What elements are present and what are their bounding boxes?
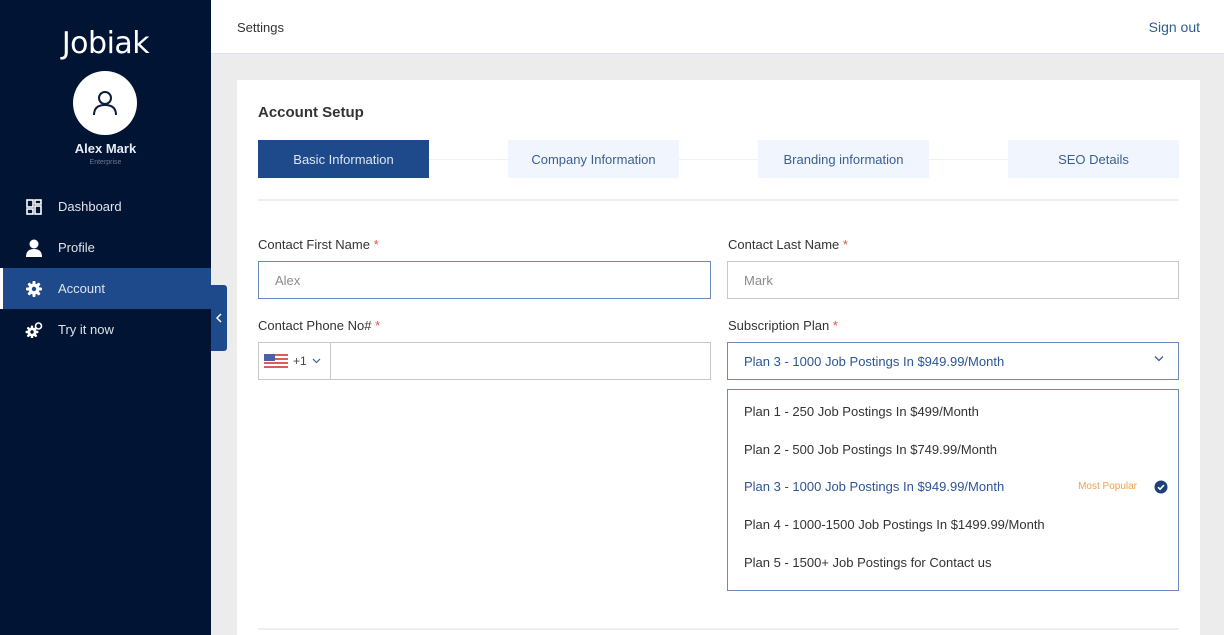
divider (258, 199, 1179, 201)
sidebar-item-profile[interactable]: Profile (0, 227, 211, 268)
chevron-down-icon (1154, 356, 1164, 362)
subscription-plan-select[interactable]: Plan 3 - 1000 Job Postings In $949.99/Mo… (727, 342, 1179, 380)
plan-option-5[interactable]: Plan 5 - 1500+ Job Postings for Contact … (728, 543, 1178, 581)
sign-out-link[interactable]: Sign out (1149, 19, 1200, 35)
divider (258, 628, 1179, 630)
first-name-input[interactable]: Alex (258, 261, 711, 299)
first-name-label: Contact First Name * (258, 237, 379, 252)
sidebar-item-label: Profile (58, 240, 95, 255)
setup-steps: Basic Information Company Information Br… (258, 140, 1179, 178)
phone-field: +1 (258, 342, 711, 380)
plan-option-label: Plan 3 - 1000 Job Postings In $949.99/Mo… (744, 479, 1005, 495)
country-code: +1 (293, 354, 307, 368)
tab-branding-information[interactable]: Branding information (758, 140, 929, 178)
chevron-left-icon (215, 313, 222, 323)
last-name-label: Contact Last Name * (728, 237, 848, 252)
sidebar-collapse-button[interactable] (211, 285, 227, 351)
sidebar-item-label: Try it now (58, 322, 114, 337)
sidebar-item-label: Account (58, 281, 105, 296)
country-code-select[interactable]: +1 (259, 343, 331, 379)
sidebar-nav: Dashboard Profile Account Try it now (0, 186, 211, 350)
sidebar-item-try-it-now[interactable]: Try it now (0, 309, 211, 350)
user-outline-icon (93, 91, 117, 116)
tab-company-information[interactable]: Company Information (508, 140, 679, 178)
sidebar-item-label: Dashboard (58, 199, 122, 214)
plan-option-4[interactable]: Plan 4 - 1000-1500 Job Postings In $1499… (728, 506, 1178, 544)
plan-dropdown: Plan 1 - 250 Job Postings In $499/Month … (727, 389, 1179, 591)
page-title: Settings (237, 20, 284, 35)
plan-label: Subscription Plan * (728, 318, 838, 333)
phone-label: Contact Phone No# * (258, 318, 381, 333)
last-name-input[interactable]: Mark (727, 261, 1179, 299)
avatar[interactable] (73, 71, 137, 135)
gears-icon (25, 321, 43, 339)
check-circle-icon (1154, 480, 1168, 494)
tab-seo-details[interactable]: SEO Details (1008, 140, 1179, 178)
plan-option-1[interactable]: Plan 1 - 250 Job Postings In $499/Month (728, 393, 1178, 431)
plan-option-3[interactable]: Plan 3 - 1000 Job Postings In $949.99/Mo… (728, 468, 1178, 506)
top-bar: Settings Sign out (211, 0, 1224, 54)
tab-basic-information[interactable]: Basic Information (258, 140, 429, 178)
dashboard-icon (25, 198, 43, 216)
plan-option-2[interactable]: Plan 2 - 500 Job Postings In $749.99/Mon… (728, 431, 1178, 469)
most-popular-badge: Most Popular (1078, 481, 1137, 493)
user-icon (25, 239, 43, 257)
gear-icon (25, 280, 43, 298)
account-setup-card: Account Setup Basic Information Company … (237, 80, 1200, 635)
sidebar-item-dashboard[interactable]: Dashboard (0, 186, 211, 227)
card-title: Account Setup (258, 104, 364, 121)
chevron-down-icon (312, 358, 321, 364)
user-role: Enterprise (89, 159, 122, 166)
selected-plan: Plan 3 - 1000 Job Postings In $949.99/Mo… (744, 353, 1005, 369)
phone-number-input[interactable] (331, 343, 710, 379)
logo: Jobiak (61, 26, 150, 61)
user-name: Alex Mark (74, 141, 137, 156)
sidebar-item-account[interactable]: Account (0, 268, 211, 309)
us-flag-icon (264, 354, 288, 368)
sidebar: Jobiak Alex Mark Enterprise Dashboard Pr… (0, 0, 211, 635)
